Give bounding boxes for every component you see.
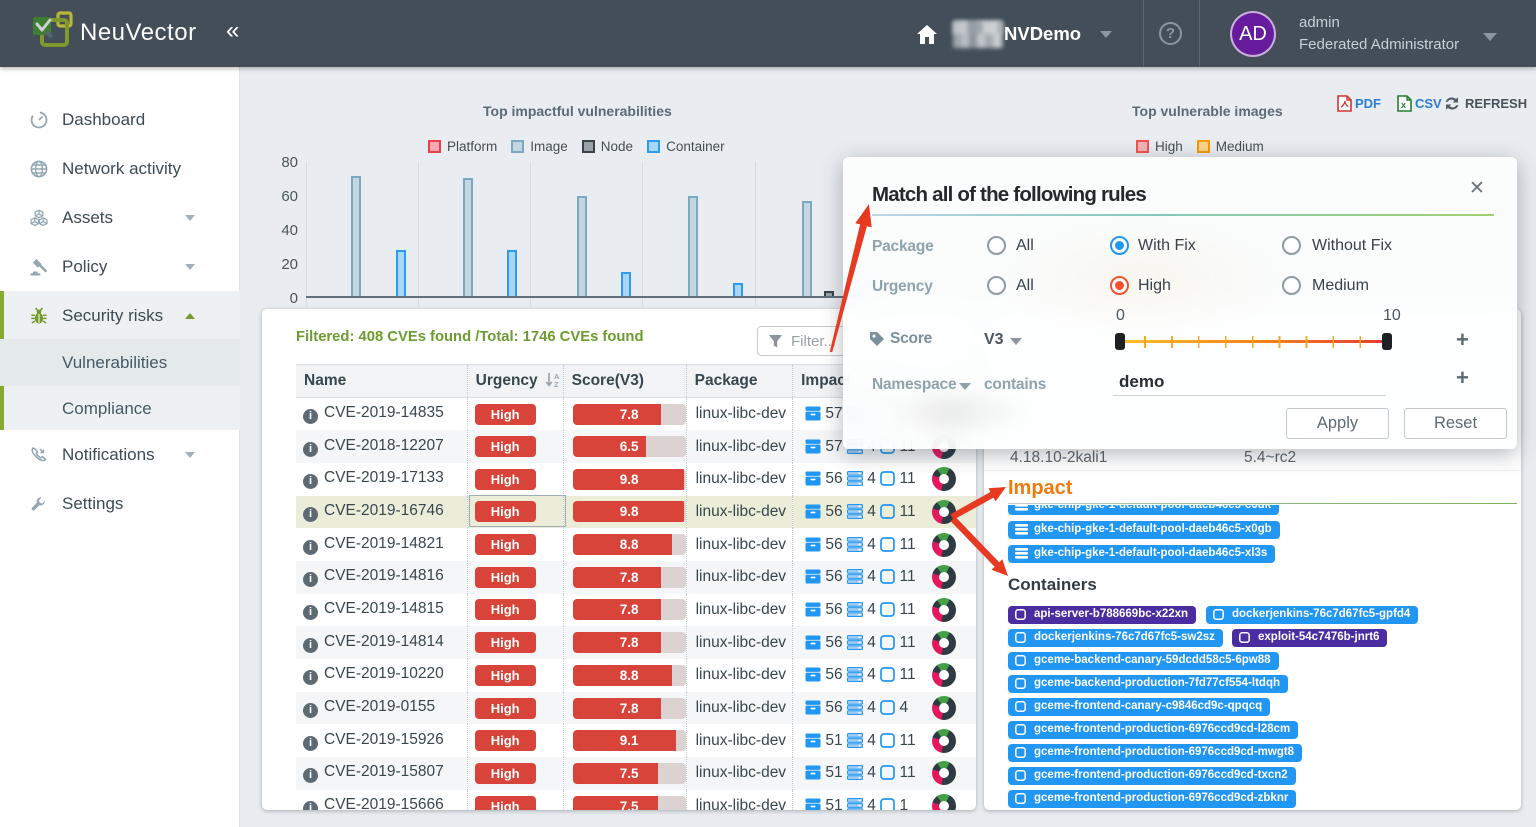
svg-text:x: x [1401, 100, 1406, 110]
svg-text:Z: Z [554, 380, 559, 388]
